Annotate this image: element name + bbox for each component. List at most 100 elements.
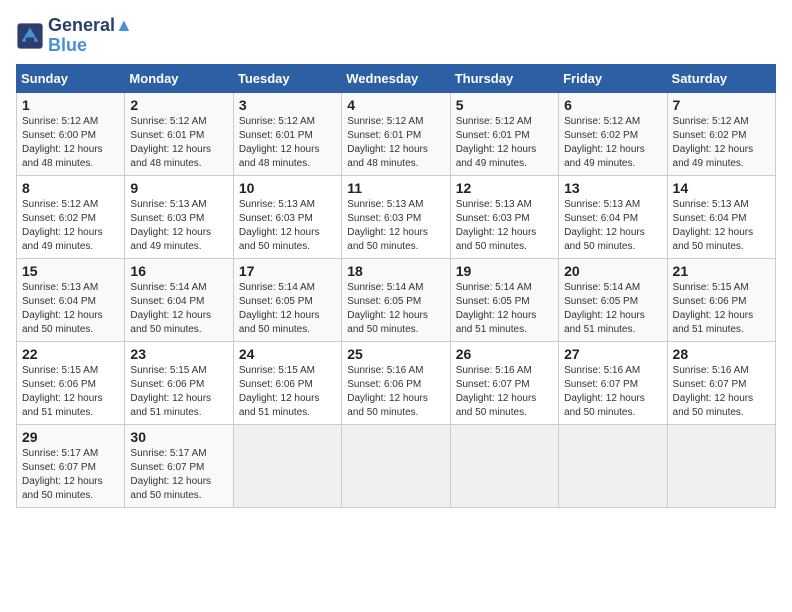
day-number: 10 [239,180,336,196]
day-info: Sunrise: 5:14 AMSunset: 6:04 PMDaylight:… [130,281,227,337]
calendar-day-cell: 8 Sunrise: 5:12 AMSunset: 6:02 PMDayligh… [17,175,125,258]
calendar-day-cell: 19 Sunrise: 5:14 AMSunset: 6:05 PMDaylig… [450,258,558,341]
day-info: Sunrise: 5:13 AMSunset: 6:03 PMDaylight:… [456,198,553,254]
calendar-day-cell: 16 Sunrise: 5:14 AMSunset: 6:04 PMDaylig… [125,258,233,341]
weekday-header-cell: Sunday [17,64,125,92]
day-info: Sunrise: 5:15 AMSunset: 6:06 PMDaylight:… [130,364,227,420]
day-number: 29 [22,429,119,445]
day-number: 17 [239,263,336,279]
day-number: 24 [239,346,336,362]
day-info: Sunrise: 5:14 AMSunset: 6:05 PMDaylight:… [564,281,661,337]
day-info: Sunrise: 5:12 AMSunset: 6:01 PMDaylight:… [130,115,227,171]
calendar-week-row: 15 Sunrise: 5:13 AMSunset: 6:04 PMDaylig… [17,258,776,341]
day-info: Sunrise: 5:12 AMSunset: 6:01 PMDaylight:… [347,115,444,171]
day-info: Sunrise: 5:12 AMSunset: 6:02 PMDaylight:… [673,115,770,171]
calendar-day-cell [559,424,667,507]
day-info: Sunrise: 5:17 AMSunset: 6:07 PMDaylight:… [22,447,119,503]
day-number: 11 [347,180,444,196]
calendar-day-cell: 11 Sunrise: 5:13 AMSunset: 6:03 PMDaylig… [342,175,450,258]
day-number: 30 [130,429,227,445]
calendar-day-cell [233,424,341,507]
day-info: Sunrise: 5:13 AMSunset: 6:04 PMDaylight:… [673,198,770,254]
day-info: Sunrise: 5:13 AMSunset: 6:04 PMDaylight:… [22,281,119,337]
calendar-table: SundayMondayTuesdayWednesdayThursdayFrid… [16,64,776,508]
calendar-day-cell: 12 Sunrise: 5:13 AMSunset: 6:03 PMDaylig… [450,175,558,258]
day-number: 16 [130,263,227,279]
calendar-week-row: 22 Sunrise: 5:15 AMSunset: 6:06 PMDaylig… [17,341,776,424]
day-number: 27 [564,346,661,362]
calendar-day-cell: 7 Sunrise: 5:12 AMSunset: 6:02 PMDayligh… [667,92,775,175]
weekday-header-cell: Saturday [667,64,775,92]
day-info: Sunrise: 5:15 AMSunset: 6:06 PMDaylight:… [239,364,336,420]
calendar-day-cell: 13 Sunrise: 5:13 AMSunset: 6:04 PMDaylig… [559,175,667,258]
calendar-day-cell: 9 Sunrise: 5:13 AMSunset: 6:03 PMDayligh… [125,175,233,258]
day-info: Sunrise: 5:16 AMSunset: 6:07 PMDaylight:… [564,364,661,420]
calendar-day-cell [342,424,450,507]
day-number: 5 [456,97,553,113]
day-number: 1 [22,97,119,113]
weekday-header-cell: Wednesday [342,64,450,92]
day-number: 15 [22,263,119,279]
calendar-day-cell: 6 Sunrise: 5:12 AMSunset: 6:02 PMDayligh… [559,92,667,175]
day-number: 14 [673,180,770,196]
calendar-day-cell: 1 Sunrise: 5:12 AMSunset: 6:00 PMDayligh… [17,92,125,175]
day-number: 8 [22,180,119,196]
day-info: Sunrise: 5:16 AMSunset: 6:07 PMDaylight:… [456,364,553,420]
day-number: 21 [673,263,770,279]
day-info: Sunrise: 5:17 AMSunset: 6:07 PMDaylight:… [130,447,227,503]
day-number: 19 [456,263,553,279]
calendar-day-cell: 23 Sunrise: 5:15 AMSunset: 6:06 PMDaylig… [125,341,233,424]
day-info: Sunrise: 5:13 AMSunset: 6:03 PMDaylight:… [347,198,444,254]
day-info: Sunrise: 5:15 AMSunset: 6:06 PMDaylight:… [22,364,119,420]
weekday-header-row: SundayMondayTuesdayWednesdayThursdayFrid… [17,64,776,92]
calendar-body: 1 Sunrise: 5:12 AMSunset: 6:00 PMDayligh… [17,92,776,507]
day-number: 9 [130,180,227,196]
calendar-day-cell: 28 Sunrise: 5:16 AMSunset: 6:07 PMDaylig… [667,341,775,424]
day-info: Sunrise: 5:12 AMSunset: 6:02 PMDaylight:… [22,198,119,254]
calendar-day-cell: 27 Sunrise: 5:16 AMSunset: 6:07 PMDaylig… [559,341,667,424]
day-number: 25 [347,346,444,362]
calendar-day-cell: 21 Sunrise: 5:15 AMSunset: 6:06 PMDaylig… [667,258,775,341]
day-number: 2 [130,97,227,113]
calendar-day-cell: 25 Sunrise: 5:16 AMSunset: 6:06 PMDaylig… [342,341,450,424]
calendar-day-cell: 29 Sunrise: 5:17 AMSunset: 6:07 PMDaylig… [17,424,125,507]
day-info: Sunrise: 5:13 AMSunset: 6:03 PMDaylight:… [130,198,227,254]
day-info: Sunrise: 5:14 AMSunset: 6:05 PMDaylight:… [456,281,553,337]
calendar-week-row: 1 Sunrise: 5:12 AMSunset: 6:00 PMDayligh… [17,92,776,175]
calendar-day-cell: 20 Sunrise: 5:14 AMSunset: 6:05 PMDaylig… [559,258,667,341]
day-info: Sunrise: 5:15 AMSunset: 6:06 PMDaylight:… [673,281,770,337]
calendar-day-cell: 24 Sunrise: 5:15 AMSunset: 6:06 PMDaylig… [233,341,341,424]
calendar-week-row: 8 Sunrise: 5:12 AMSunset: 6:02 PMDayligh… [17,175,776,258]
weekday-header-cell: Thursday [450,64,558,92]
day-number: 28 [673,346,770,362]
weekday-header-cell: Monday [125,64,233,92]
calendar-week-row: 29 Sunrise: 5:17 AMSunset: 6:07 PMDaylig… [17,424,776,507]
day-info: Sunrise: 5:12 AMSunset: 6:01 PMDaylight:… [456,115,553,171]
day-number: 12 [456,180,553,196]
day-info: Sunrise: 5:16 AMSunset: 6:06 PMDaylight:… [347,364,444,420]
calendar-day-cell [667,424,775,507]
day-number: 3 [239,97,336,113]
calendar-day-cell: 3 Sunrise: 5:12 AMSunset: 6:01 PMDayligh… [233,92,341,175]
day-info: Sunrise: 5:12 AMSunset: 6:01 PMDaylight:… [239,115,336,171]
day-number: 6 [564,97,661,113]
day-info: Sunrise: 5:13 AMSunset: 6:04 PMDaylight:… [564,198,661,254]
calendar-day-cell: 22 Sunrise: 5:15 AMSunset: 6:06 PMDaylig… [17,341,125,424]
logo-icon [16,22,44,50]
calendar-day-cell: 10 Sunrise: 5:13 AMSunset: 6:03 PMDaylig… [233,175,341,258]
calendar-day-cell: 30 Sunrise: 5:17 AMSunset: 6:07 PMDaylig… [125,424,233,507]
calendar-day-cell: 15 Sunrise: 5:13 AMSunset: 6:04 PMDaylig… [17,258,125,341]
calendar-day-cell: 17 Sunrise: 5:14 AMSunset: 6:05 PMDaylig… [233,258,341,341]
day-info: Sunrise: 5:14 AMSunset: 6:05 PMDaylight:… [239,281,336,337]
day-number: 13 [564,180,661,196]
calendar-day-cell [450,424,558,507]
logo: General▲ Blue [16,16,133,56]
logo-text: General▲ Blue [48,16,133,56]
day-number: 4 [347,97,444,113]
day-number: 22 [22,346,119,362]
day-info: Sunrise: 5:13 AMSunset: 6:03 PMDaylight:… [239,198,336,254]
day-info: Sunrise: 5:14 AMSunset: 6:05 PMDaylight:… [347,281,444,337]
day-info: Sunrise: 5:16 AMSunset: 6:07 PMDaylight:… [673,364,770,420]
day-number: 18 [347,263,444,279]
weekday-header-cell: Friday [559,64,667,92]
